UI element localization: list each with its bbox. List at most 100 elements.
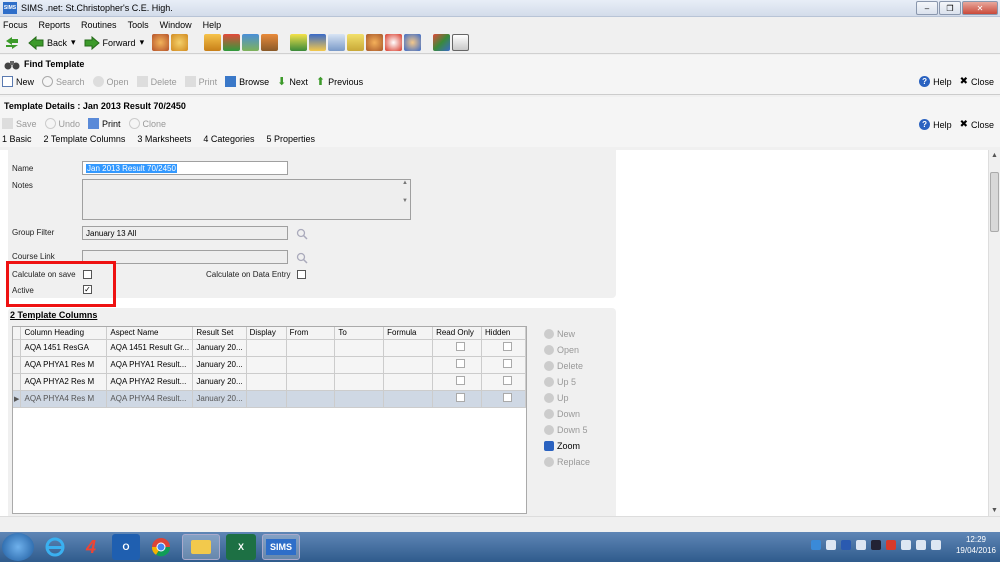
user-icon[interactable] xyxy=(404,34,422,51)
scroll-up-icon[interactable]: ▲ xyxy=(991,152,998,159)
find-close-button[interactable]: ✖ Close xyxy=(960,76,994,87)
column-zoom-button[interactable]: Zoom xyxy=(544,438,614,454)
table-row-selected[interactable]: ▶ AQA PHYA4 Res M AQA PHYA4 Result... Ja… xyxy=(13,390,526,408)
formula-cell[interactable] xyxy=(383,356,434,374)
result-set-header[interactable]: Result Set xyxy=(192,327,247,340)
calculate-on-data-entry-checkbox[interactable] xyxy=(297,270,306,279)
formula-header[interactable]: Formula xyxy=(383,327,434,340)
display-cell[interactable] xyxy=(246,339,287,357)
menu-focus[interactable]: Focus xyxy=(3,20,28,30)
search-icon[interactable] xyxy=(296,228,308,240)
read-only-checkbox[interactable] xyxy=(456,342,466,351)
student-icon[interactable] xyxy=(261,34,279,51)
column-up-button[interactable]: Up xyxy=(544,390,614,406)
details-print-button[interactable]: Print xyxy=(88,118,121,129)
open-button[interactable]: Open xyxy=(92,76,129,87)
outlook-icon[interactable]: O xyxy=(112,534,140,560)
horizontal-scrollbar[interactable] xyxy=(0,516,1000,528)
result-set-cell[interactable]: January 20... xyxy=(192,390,247,408)
display-cell[interactable] xyxy=(246,390,287,408)
details-help-button[interactable]: ? Help xyxy=(919,119,952,130)
from-cell[interactable] xyxy=(286,373,336,391)
hidden-checkbox[interactable] xyxy=(503,342,513,351)
volume-icon[interactable] xyxy=(930,540,941,550)
aspect-name-cell[interactable]: AQA PHYA1 Result... xyxy=(106,356,194,374)
notes-scrollbar[interactable]: ▲ ▼ xyxy=(400,180,410,219)
hidden-checkbox[interactable] xyxy=(503,393,513,402)
column-down-button[interactable]: Down xyxy=(544,406,614,422)
read-only-header[interactable]: Read Only xyxy=(432,327,483,340)
vertical-scrollbar[interactable]: ▲ ▼ xyxy=(988,150,1000,516)
previous-button[interactable]: ⬆ Previous xyxy=(316,75,363,88)
from-cell[interactable] xyxy=(286,356,336,374)
security-icon[interactable] xyxy=(855,540,866,550)
menu-reports[interactable]: Reports xyxy=(39,20,71,30)
scroll-down-icon[interactable]: ▼ xyxy=(991,507,998,514)
column-heading-cell[interactable]: AQA PHYA2 Res M xyxy=(20,373,108,391)
chart-icon[interactable] xyxy=(290,34,308,51)
tab-categories[interactable]: 4 Categories xyxy=(203,134,254,144)
menu-tools[interactable]: Tools xyxy=(128,20,149,30)
close-window-button[interactable]: ✕ xyxy=(962,1,998,15)
column-heading-header[interactable]: Column Heading xyxy=(20,327,108,340)
print-button[interactable]: Print xyxy=(184,76,217,87)
tab-basic[interactable]: 1 Basic xyxy=(2,134,32,144)
menu-window[interactable]: Window xyxy=(160,20,192,30)
display-header[interactable]: Display xyxy=(246,327,287,340)
delete-button[interactable]: Delete xyxy=(136,76,177,87)
aspect-name-cell[interactable]: AQA 1451 Result Gr... xyxy=(106,339,194,357)
palette-icon[interactable] xyxy=(433,34,451,51)
minimize-button[interactable]: – xyxy=(916,1,938,15)
certificate-icon[interactable] xyxy=(347,34,365,51)
aspect-name-cell[interactable]: AQA PHYA2 Result... xyxy=(106,373,194,391)
result-set-cell[interactable]: January 20... xyxy=(192,356,247,374)
network-icon[interactable] xyxy=(810,540,821,550)
display-cell[interactable] xyxy=(246,373,287,391)
file-explorer-icon[interactable] xyxy=(182,534,220,560)
column-delete-button[interactable]: Delete xyxy=(544,358,614,374)
table-row[interactable]: AQA PHYA2 Res M AQA PHYA2 Result... Janu… xyxy=(13,373,526,391)
people-icon[interactable] xyxy=(152,34,170,51)
shield-icon[interactable] xyxy=(825,540,836,550)
read-only-checkbox[interactable] xyxy=(456,359,466,368)
column-heading-cell[interactable]: AQA 1451 ResGA xyxy=(20,339,108,357)
find-help-button[interactable]: ? Help xyxy=(919,76,952,87)
menu-routines[interactable]: Routines xyxy=(81,20,117,30)
next-button[interactable]: ⬇ Next xyxy=(277,75,308,88)
flags-icon[interactable] xyxy=(223,34,241,51)
browse-button[interactable]: Browse xyxy=(225,76,269,87)
to-cell[interactable] xyxy=(334,356,385,374)
display-cell[interactable] xyxy=(246,356,287,374)
sims-taskbar-button[interactable]: SIMS xyxy=(262,534,300,560)
monitor-icon[interactable] xyxy=(915,540,926,550)
alert-icon[interactable] xyxy=(885,540,896,550)
flag-icon[interactable] xyxy=(900,540,911,550)
tab-template-columns[interactable]: 2 Template Columns xyxy=(44,134,126,144)
aspect-name-header[interactable]: Aspect Name xyxy=(106,327,194,340)
from-cell[interactable] xyxy=(286,339,336,357)
group-icon[interactable] xyxy=(366,34,384,51)
table-row[interactable]: AQA 1451 ResGA AQA 1451 Result Gr... Jan… xyxy=(13,339,526,357)
forward-button[interactable]: Forward xyxy=(84,35,136,50)
back-button[interactable]: Back xyxy=(28,35,67,50)
person-icon[interactable] xyxy=(171,34,189,51)
notepad-icon[interactable] xyxy=(452,34,470,51)
hidden-checkbox[interactable] xyxy=(503,376,513,385)
tab-marksheets[interactable]: 3 Marksheets xyxy=(137,134,191,144)
hidden-checkbox[interactable] xyxy=(503,359,513,368)
document-icon[interactable] xyxy=(328,34,346,51)
forward-dropdown-icon[interactable]: ▾ xyxy=(140,37,145,48)
to-cell[interactable] xyxy=(334,373,385,391)
new-button[interactable]: New xyxy=(2,76,34,87)
column-replace-button[interactable]: Replace xyxy=(544,454,614,470)
aspect-name-cell[interactable]: AQA PHYA4 Result... xyxy=(106,390,194,408)
result-set-cell[interactable]: January 20... xyxy=(192,373,247,391)
to-cell[interactable] xyxy=(334,339,385,357)
table-row[interactable]: AQA PHYA1 Res M AQA PHYA1 Result... Janu… xyxy=(13,356,526,374)
start-button[interactable] xyxy=(2,533,34,561)
refresh-arrows-icon[interactable] xyxy=(4,36,20,50)
from-cell[interactable] xyxy=(286,390,336,408)
name-field[interactable]: Jan 2013 Result 70/2450 xyxy=(82,161,288,175)
internet-explorer-icon[interactable] xyxy=(40,534,70,560)
menu-help[interactable]: Help xyxy=(203,20,222,30)
